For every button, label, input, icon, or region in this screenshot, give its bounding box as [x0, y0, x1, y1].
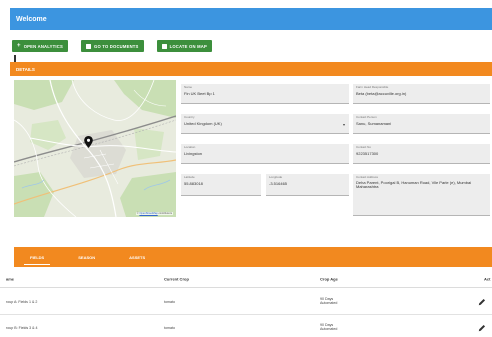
- contact-person-value: Sanu, Sumanamani: [356, 120, 392, 126]
- details-section-bar[interactable]: DETAILS: [10, 62, 492, 76]
- column-name[interactable]: ame: [6, 276, 14, 281]
- farm-head-label: Farm Head Responsible: [356, 85, 389, 89]
- locate-on-map-label: LOCATE ON MAP: [169, 43, 207, 49]
- row-crop-age-mode: Automated: [320, 327, 338, 332]
- tab-assets[interactable]: ASSETS: [119, 247, 155, 267]
- location-value: Livingston: [184, 150, 203, 156]
- details-title: DETAILS: [16, 66, 35, 72]
- contact-address-label: Contact Address: [356, 175, 379, 179]
- latitude-value: 55.883018: [184, 180, 203, 186]
- contact-person-label: Contact Person: [356, 115, 377, 119]
- contact-no-label: Contact No: [356, 145, 372, 149]
- pencil-icon[interactable]: [478, 324, 486, 332]
- page-title: Welcome: [16, 15, 47, 23]
- map-attribution: © OpenStreetMap contributors: [135, 212, 173, 215]
- name-label: Name: [184, 85, 193, 89]
- location-label: Location: [184, 145, 196, 149]
- map-icon: [161, 43, 167, 49]
- name-field[interactable]: Name Fin UK Beet Bp 1: [181, 84, 349, 104]
- farm-head-field[interactable]: Farm Head Responsible Beta (beta@accuvil…: [353, 84, 490, 104]
- longitude-label: Longitude: [269, 175, 283, 179]
- contact-address-field[interactable]: Contact Address Deha Parent, Poorigal B,…: [353, 174, 490, 216]
- row-name: roup A: Fields 1 & 2: [6, 299, 38, 304]
- contact-address-value: Deha Parent, Poorigal B, Hanuman Road, V…: [356, 179, 472, 190]
- map-pin-icon[interactable]: [84, 136, 93, 148]
- column-crop-age[interactable]: Crop Age: [320, 276, 338, 281]
- map-attribution-suffix: contributors: [157, 212, 172, 215]
- longitude-field[interactable]: Longitude -3.516465: [266, 174, 349, 196]
- contact-person-field[interactable]: Contact Person Sanu, Sumanamani: [353, 114, 490, 134]
- contact-no-field[interactable]: Contact No 9223517300: [353, 144, 490, 164]
- table-row[interactable]: roup B: Fields 3 & 4 tomato 90 Days Auto…: [0, 315, 492, 337]
- location-field[interactable]: Location Livingston: [181, 144, 349, 164]
- fields-table-header: ame Current Crop Crop Age Act: [0, 270, 492, 288]
- locate-on-map-button[interactable]: LOCATE ON MAP: [156, 40, 212, 52]
- section-tabs: FIELDS SEASON ASSETS: [14, 247, 492, 267]
- document-icon: [85, 43, 91, 49]
- action-toolbar: + OPEN ANALYTICS GO TO DOCUMENTS LOCATE …: [12, 40, 212, 52]
- map-tiles: [14, 80, 176, 217]
- farm-head-value: Beta (beta@accuville.org.in): [356, 90, 407, 96]
- column-actions: Act: [484, 276, 491, 281]
- row-crop-age: 90 Days Automated: [320, 323, 337, 333]
- longitude-value: -3.516465: [269, 180, 288, 186]
- row-crop-age-mode: Automated: [320, 301, 338, 306]
- dropdown-caret-icon: ▾: [342, 122, 345, 127]
- country-label: Country: [184, 115, 195, 119]
- row-crop: tomato: [164, 325, 175, 330]
- page-header: Welcome: [10, 8, 492, 30]
- country-select[interactable]: Country United Kingdom (UK) ▾: [181, 114, 349, 134]
- plus-icon: +: [17, 42, 21, 49]
- pencil-icon[interactable]: [478, 298, 486, 306]
- table-row[interactable]: roup A: Fields 1 & 2 tomato 90 Days Auto…: [0, 289, 492, 315]
- app-root: Welcome + OPEN ANALYTICS GO TO DOCUMENTS…: [0, 0, 492, 337]
- go-to-documents-label: GO TO DOCUMENTS: [93, 43, 139, 49]
- column-current-crop[interactable]: Current Crop: [164, 276, 189, 281]
- latitude-field[interactable]: Latitude 55.883018: [181, 174, 261, 196]
- details-marker: [14, 55, 16, 62]
- location-map[interactable]: © OpenStreetMap contributors: [14, 80, 176, 217]
- tab-season[interactable]: SEASON: [68, 247, 105, 267]
- name-value: Fin UK Beet Bp 1: [184, 90, 215, 96]
- tab-fields[interactable]: FIELDS: [20, 247, 54, 267]
- row-crop: tomato: [164, 299, 175, 304]
- latitude-label: Latitude: [184, 175, 195, 179]
- go-to-documents-button[interactable]: GO TO DOCUMENTS: [80, 40, 144, 52]
- row-crop-age: 90 Days Automated: [320, 297, 337, 307]
- country-value: United Kingdom (UK): [184, 120, 222, 126]
- openstreetmap-link[interactable]: OpenStreetMap: [139, 212, 157, 215]
- open-analytics-label: OPEN ANALYTICS: [23, 43, 63, 49]
- open-analytics-button[interactable]: + OPEN ANALYTICS: [12, 40, 68, 52]
- row-name: roup B: Fields 3 & 4: [6, 325, 38, 330]
- contact-no-value: 9223517300: [356, 150, 379, 156]
